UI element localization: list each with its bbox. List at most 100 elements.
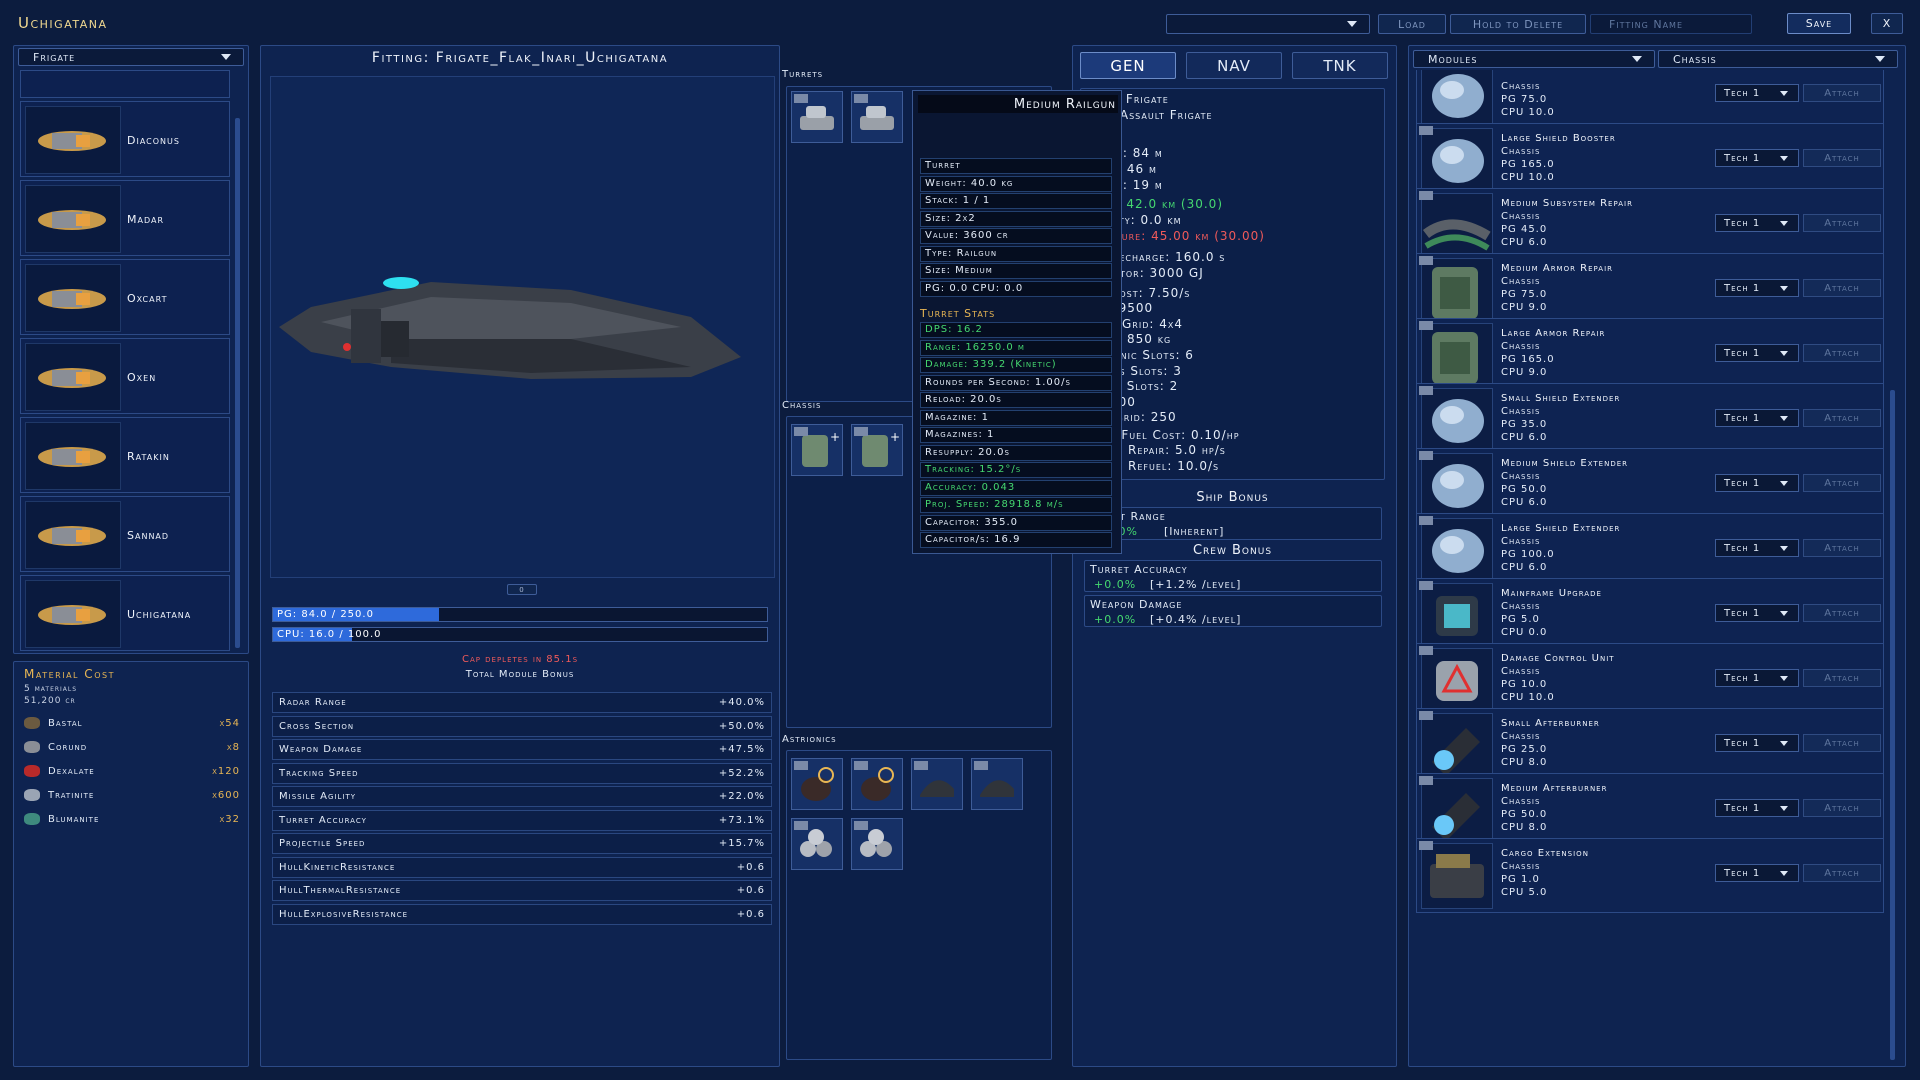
module-shield-icon	[1421, 518, 1493, 584]
attach-button[interactable]: Attach	[1803, 344, 1881, 362]
module-cpu: CPU 10.0	[1501, 692, 1555, 703]
tech-level-select[interactable]: Tech 1	[1715, 409, 1799, 427]
tech-level-select[interactable]: Tech 1	[1715, 149, 1799, 167]
attach-button[interactable]: Attach	[1803, 409, 1881, 427]
module-category: Chassis	[1501, 731, 1541, 742]
fitting-name-input[interactable]: Fitting Name	[1590, 14, 1752, 34]
module-pg: PG 35.0	[1501, 419, 1548, 430]
tech-level-select[interactable]: Tech 1	[1715, 474, 1799, 492]
save-button[interactable]: Save	[1787, 13, 1851, 34]
module-card[interactable]: Large Armor Repair Chassis PG 165.0 CPU 9.0…	[1416, 318, 1884, 393]
tech-level-select[interactable]: Tech 1	[1715, 799, 1799, 817]
module-card[interactable]: Large Shield Extender Chassis PG 100.0 CPU …	[1416, 513, 1884, 588]
attach-button[interactable]: Attach	[1803, 149, 1881, 167]
module-card[interactable]: Cargo Extension Chassis PG 1.0 CPU 5.0 Tech …	[1416, 838, 1884, 913]
tech-level-value: Tech 1	[1724, 217, 1761, 229]
attach-button[interactable]: Attach	[1803, 864, 1881, 882]
attach-button[interactable]: Attach	[1803, 799, 1881, 817]
module-armor-icon	[1421, 323, 1493, 389]
module-pg: PG 165.0	[1501, 354, 1555, 365]
module-cpu: CPU 5.0	[1501, 887, 1548, 898]
chevron-down-icon	[1780, 416, 1788, 421]
module-shield-icon	[1421, 128, 1493, 194]
module-card[interactable]: Small Afterburner Chassis PG 25.0 CPU 8.0 Te…	[1416, 708, 1884, 783]
chevron-down-icon	[221, 54, 231, 60]
chevron-down-icon	[1875, 56, 1885, 62]
tech-level-select[interactable]: Tech 1	[1715, 864, 1799, 882]
ship-class-select[interactable]: Frigate	[18, 48, 244, 66]
attach-button[interactable]: Attach	[1803, 474, 1881, 492]
attach-button[interactable]: Attach	[1803, 734, 1881, 752]
module-cpu: CPU 10.0	[1501, 107, 1555, 118]
module-card[interactable]: Medium Armor Repair Chassis PG 75.0 CPU 9.0…	[1416, 253, 1884, 328]
module-name: Medium Armor Repair	[1501, 263, 1614, 274]
chevron-down-icon	[1780, 871, 1788, 876]
module-pg: PG 75.0	[1501, 94, 1548, 105]
tier-mark-icon	[1419, 386, 1433, 395]
tier-mark-icon	[1419, 776, 1433, 785]
module-card[interactable]: Large Shield Booster Chassis PG 165.0 CPU 1…	[1416, 123, 1884, 198]
module-cpu: CPU 8.0	[1501, 757, 1548, 768]
attach-button[interactable]: Attach	[1803, 84, 1881, 102]
module-shield-icon	[1421, 388, 1493, 454]
module-name: Small Afterburner	[1501, 718, 1600, 729]
close-button[interactable]: X	[1871, 13, 1903, 34]
module-category-select[interactable]: Chassis	[1658, 50, 1898, 68]
module-card[interactable]: Medium Subsystem Repair Chassis PG 45.0 CPU…	[1416, 188, 1884, 263]
module-category: Chassis	[1501, 276, 1541, 287]
tech-level-select[interactable]: Tech 1	[1715, 669, 1799, 687]
attach-button[interactable]: Attach	[1803, 214, 1881, 232]
module-card[interactable]: Small Shield Extender Chassis PG 35.0 CPU 6…	[1416, 383, 1884, 458]
tier-mark-icon	[1419, 841, 1433, 850]
tier-mark-icon	[1419, 191, 1433, 200]
attach-button[interactable]: Attach	[1803, 604, 1881, 622]
hold-to-delete-button[interactable]: Hold to Delete	[1450, 14, 1586, 34]
module-card[interactable]: Medium Shield Extender Chassis PG 50.0 CPU …	[1416, 448, 1884, 523]
tech-level-select[interactable]: Tech 1	[1715, 344, 1799, 362]
tech-level-value: Tech 1	[1724, 542, 1761, 554]
module-category-value: Chassis	[1673, 52, 1717, 66]
tech-level-select[interactable]: Tech 1	[1715, 539, 1799, 557]
tech-level-select[interactable]: Tech 1	[1715, 734, 1799, 752]
module-cpu: CPU 8.0	[1501, 822, 1548, 833]
module-name: Medium Shield Extender	[1501, 458, 1629, 469]
attach-button[interactable]: Attach	[1803, 539, 1881, 557]
tier-mark-icon	[1419, 581, 1433, 590]
tech-level-value: Tech 1	[1724, 477, 1761, 489]
chevron-down-icon	[1780, 91, 1788, 96]
module-name: Large Shield Extender	[1501, 523, 1621, 534]
module-cpu: CPU 6.0	[1501, 432, 1548, 443]
chevron-down-icon	[1780, 351, 1788, 356]
module-cpu: CPU 9.0	[1501, 367, 1548, 378]
module-cpu: CPU 9.0	[1501, 302, 1548, 313]
module-name: Small Shield Extender	[1501, 393, 1621, 404]
tech-level-select[interactable]: Tech 1	[1715, 279, 1799, 297]
tech-level-select[interactable]: Tech 1	[1715, 84, 1799, 102]
module-cpu: CPU 0.0	[1501, 627, 1548, 638]
tech-level-value: Tech 1	[1724, 412, 1761, 424]
chevron-down-icon	[1780, 481, 1788, 486]
module-pg: PG 50.0	[1501, 484, 1548, 495]
tech-level-select[interactable]: Tech 1	[1715, 214, 1799, 232]
module-card[interactable]: Mainframe Upgrade Chassis PG 5.0 CPU 0.0 Tec…	[1416, 578, 1884, 653]
module-card[interactable]: Damage Control Unit Chassis PG 10.0 CPU 10.…	[1416, 643, 1884, 718]
attach-button[interactable]: Attach	[1803, 669, 1881, 687]
loadout-select[interactable]	[1166, 14, 1370, 34]
module-pg: PG 75.0	[1501, 289, 1548, 300]
module-shield-icon	[1421, 70, 1493, 129]
chevron-down-icon	[1632, 56, 1642, 62]
module-type-select[interactable]: Modules	[1413, 50, 1655, 68]
tech-level-value: Tech 1	[1724, 152, 1761, 164]
module-name: Medium Afterburner	[1501, 783, 1608, 794]
ship-class-value: Frigate	[33, 50, 76, 64]
module-name: Cargo Extension	[1501, 848, 1589, 859]
chevron-down-icon	[1780, 221, 1788, 226]
module-card[interactable]: Medium Afterburner Chassis PG 50.0 CPU 8.0 T…	[1416, 773, 1884, 848]
tech-level-value: Tech 1	[1724, 802, 1761, 814]
attach-button[interactable]: Attach	[1803, 279, 1881, 297]
chevron-down-icon	[1780, 286, 1788, 291]
load-button[interactable]: Load	[1378, 14, 1446, 34]
tech-level-select[interactable]: Tech 1	[1715, 604, 1799, 622]
tier-mark-icon	[1419, 646, 1433, 655]
tier-mark-icon	[1419, 451, 1433, 460]
